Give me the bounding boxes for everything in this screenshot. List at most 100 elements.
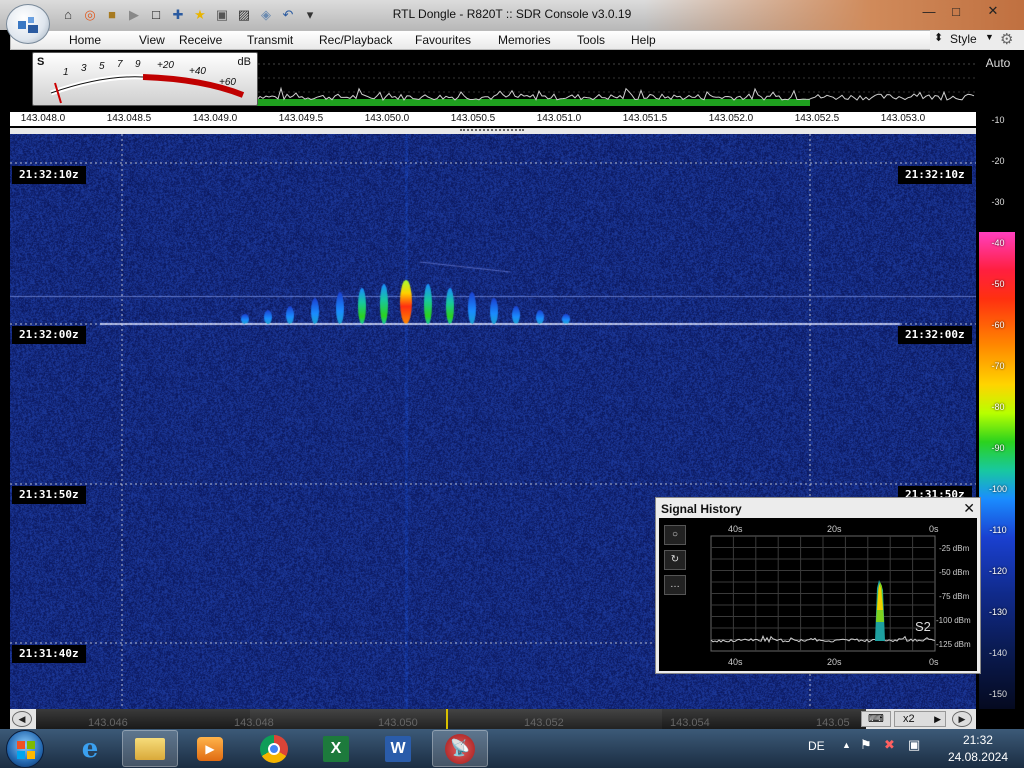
timestamp-right: 21:32:00z <box>898 326 972 344</box>
s-reading-label: S2 <box>915 619 931 634</box>
app-menu-button[interactable] <box>6 4 50 44</box>
freq-axis-label: 143.049.5 <box>278 113 324 124</box>
timestamp-left: 21:31:50z <box>12 486 86 504</box>
taskbar-word[interactable]: W <box>370 730 426 767</box>
history-x-top-label: 20s <box>827 524 842 534</box>
timestamp-right: 21:32:10z <box>898 166 972 184</box>
s-scale-label: 9 <box>135 59 141 70</box>
menu-rec-playback[interactable]: Rec/Playback <box>319 33 392 47</box>
menu-favourites[interactable]: Favourites <box>415 33 471 47</box>
start-button[interactable] <box>6 730 44 768</box>
menu-receive[interactable]: Receive <box>179 33 222 47</box>
taskbar-sdr-console[interactable]: 📡 <box>432 730 488 767</box>
scroll-thumb[interactable] <box>250 709 662 729</box>
action-center-icon[interactable]: ⚑ <box>860 737 872 753</box>
history-x-bottom-label: 0s <box>929 657 939 667</box>
timestamp-left: 21:31:40z <box>12 645 86 663</box>
style-label: Style <box>950 32 977 46</box>
network-icon[interactable]: ✖ <box>884 737 895 753</box>
keyboard-icon[interactable]: ⌨ <box>861 711 891 727</box>
freq-axis-label: 143.052.0 <box>708 113 754 124</box>
scroll-right-button[interactable]: ▶ <box>952 711 972 727</box>
s-scale-label: +40 <box>189 66 206 77</box>
s-scale-label: +20 <box>157 60 174 71</box>
menu-view[interactable]: View <box>139 33 165 47</box>
signal-history-panel: Signal History ✕ ○ ↻ … 40s 20s 0s 40s 20… <box>655 497 981 674</box>
zoom-selector[interactable]: x2 ▶ <box>894 711 946 727</box>
db-scale-label: -40 <box>991 238 1005 248</box>
freq-axis-label: 143.048.5 <box>106 113 152 124</box>
style-menu[interactable]: ⬍ Style ▼ ⚙ <box>930 30 1024 50</box>
freq-axis-label: 143.050.0 <box>364 113 410 124</box>
word-icon: W <box>385 735 411 762</box>
excel-icon: X <box>323 735 349 762</box>
db-scale-label: -60 <box>991 320 1005 330</box>
overview-freq-label: 143.050 <box>378 717 418 729</box>
signal-history-body: ○ ↻ … 40s 20s 0s 40s 20s 0s -25 dBm -50 … <box>659 518 977 671</box>
zoom-value: x2 <box>903 713 915 725</box>
history-x-top-label: 0s <box>929 524 939 534</box>
menu-home[interactable]: Home <box>69 33 101 47</box>
clock-date: 24.08.2024 <box>947 750 1008 764</box>
taskbar-internet-explorer[interactable]: e <box>62 730 118 767</box>
menu-bar: Home View Receive Transmit Rec/Playback Favou… <box>10 30 976 50</box>
folder-icon <box>135 737 165 760</box>
language-indicator[interactable]: DE <box>808 739 825 753</box>
menu-transmit[interactable]: Transmit <box>247 33 293 47</box>
overview-freq-label: 143.054 <box>670 717 710 729</box>
db-scale-label: -20 <box>991 156 1005 166</box>
db-scale-label: -50 <box>991 279 1005 289</box>
show-hidden-icons[interactable]: ▲ <box>842 740 851 750</box>
history-y-label: -50 dBm <box>939 568 970 577</box>
media-player-icon: ▶ <box>197 736 223 761</box>
close-icon[interactable]: ✕ <box>963 500 975 517</box>
db-scale-label: -130 <box>988 607 1007 617</box>
history-x-bottom-label: 40s <box>728 657 743 667</box>
scroll-left-button[interactable]: ◀ <box>12 711 32 727</box>
clock-time: 21:32 <box>962 733 993 747</box>
db-scale-label: -90 <box>991 443 1005 453</box>
color-scale-bar[interactable] <box>979 232 1015 709</box>
db-scale-label: -80 <box>991 402 1005 412</box>
gear-icon[interactable]: ⚙ <box>1000 30 1013 48</box>
history-y-label: -100 dBm <box>936 616 971 625</box>
taskbar-media-player[interactable]: ▶ <box>182 730 238 767</box>
system-clock[interactable]: 21:32 24.08.2024 <box>948 732 1008 766</box>
signal-history-title: Signal History <box>661 502 742 516</box>
taskbar-file-explorer[interactable] <box>122 730 178 767</box>
internet-explorer-icon: e <box>81 733 99 764</box>
spectrum-display[interactable]: S dB 1 3 5 7 9 +20 +40 +60 <box>10 50 976 112</box>
freq-axis-label: 143.053.0 <box>880 113 926 124</box>
menu-help[interactable]: Help <box>631 33 656 47</box>
s-meter: S dB 1 3 5 7 9 +20 +40 +60 <box>32 52 258 106</box>
menu-tools[interactable]: Tools <box>577 33 605 47</box>
taskbar-chrome[interactable] <box>246 730 302 767</box>
history-y-label: -25 dBm <box>939 544 970 553</box>
overview-freq-label: 143.05 <box>816 717 850 729</box>
menu-memories[interactable]: Memories <box>498 33 551 47</box>
s-scale-label: 3 <box>81 63 87 74</box>
overview-scrollbar[interactable]: ◀ 143.046 143.048 143.050 143.052 143.05… <box>10 709 976 729</box>
windows-taskbar: e ▶ X W 📡 DE ▲ ⚑ ✖ ▣ 21:32 24.08.2024 <box>0 729 1024 768</box>
auto-scale-button[interactable]: Auto <box>980 56 1016 74</box>
overview-freq-label: 143.052 <box>524 717 564 729</box>
db-scale-label: -120 <box>988 566 1007 576</box>
app-logo-icon <box>18 17 38 33</box>
splitter-grip-icon <box>460 129 524 131</box>
close-window-button[interactable]: ✕ <box>980 2 1006 20</box>
db-scale-label: -110 <box>989 525 1007 535</box>
frequency-axis[interactable]: 143.048.0 143.048.5 143.049.0 143.049.5 143.… <box>10 112 976 128</box>
db-scale-label: -150 <box>988 689 1007 699</box>
title-bar: ⌂ ◎ ■ ▶ □ ✚ ★ ▣ ▨ ◈ ↶ ▾ RTL Dongle - R820T :: SDR C… <box>0 0 1024 30</box>
antenna-icon: 📡 <box>445 733 475 764</box>
overview-freq-label: 143.046 <box>88 717 128 729</box>
chrome-icon <box>260 734 288 763</box>
timestamp-left: 21:32:10z <box>12 166 86 184</box>
db-scale-label: -30 <box>991 197 1005 207</box>
history-x-top-label: 40s <box>728 524 743 534</box>
taskbar-excel[interactable]: X <box>308 730 364 767</box>
s-scale-label: 5 <box>99 61 105 72</box>
minimize-button[interactable]: — <box>916 2 942 20</box>
maximize-button[interactable]: □ <box>943 2 969 20</box>
display-icon[interactable]: ▣ <box>908 737 920 753</box>
